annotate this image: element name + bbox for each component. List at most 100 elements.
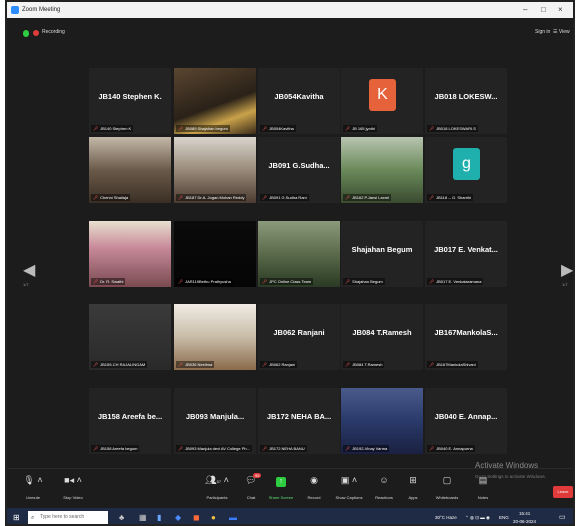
minimize-button[interactable]: – (523, 2, 527, 18)
participant-name-label: 🎤︎ JB140 Stephen K (91, 125, 134, 132)
input-language[interactable]: ENG (499, 508, 509, 524)
windows-start-icon[interactable]: ⊞ (13, 508, 20, 524)
taskbar-search-box[interactable]: Type here to search (28, 511, 108, 524)
previous-page-arrow-icon[interactable]: ◀ (23, 260, 35, 280)
muted-mic-icon: 🎤︎ (178, 195, 184, 200)
sign-in-link[interactable]: Sign in (535, 29, 550, 35)
chrome-browser-icon[interactable]: ● (211, 508, 216, 524)
participant-tile[interactable]: g 🎤︎ JB118 -- G. Shanthi (425, 137, 507, 203)
participant-label-text: JB192-Vinay Varma (352, 446, 388, 451)
participant-label-text: JB162 P.Jansi Laxmi (352, 195, 389, 200)
participant-tile[interactable]: 🎤︎ JB162 P.Jansi Laxmi (341, 137, 423, 203)
share-screen-arrow-icon: ↑ (276, 477, 286, 487)
muted-mic-icon: 🎤︎ (429, 362, 435, 367)
activate-windows-hint: Go to Settings to activate Windows. (475, 474, 547, 479)
participant-tile[interactable]: 🎤︎ JB159-CH RAJALINGAM (89, 304, 171, 370)
participant-tile[interactable]: JB040 E. Annap... 🎤︎ JB040 E. Annapurna (425, 388, 507, 454)
participant-label-text: JB040 E. Annapurna (436, 446, 473, 451)
muted-mic-icon: 🎤︎ (93, 446, 99, 451)
participant-tile[interactable]: 🎤︎ JB192-Vinay Varma (341, 388, 423, 454)
stop-video-button[interactable]: ■◂ ˄ Stop Video (53, 473, 93, 500)
participant-name-label: 🎤︎ JB172 NEHA BANU (260, 445, 307, 452)
muted-mic-icon: 🎤︎ (93, 195, 99, 200)
participant-tile[interactable]: JB017 E. Venkat... 🎤︎ JB017 E. Venkatarama… (425, 221, 507, 287)
participant-display-name: JB017 E. Venkat... (434, 245, 498, 254)
edge-browser-icon[interactable]: ◆ (175, 508, 181, 524)
close-button[interactable]: × (558, 2, 563, 18)
participant-label-text: JB017 E. Venkataramana (436, 279, 482, 284)
clock-date[interactable]: 20-06-2024 (513, 512, 536, 524)
participant-tile[interactable]: 🎤︎ Chenni Shailaja (89, 137, 171, 203)
zoom-taskbar-icon[interactable]: ▬ (229, 508, 237, 524)
participant-name-label: 🎤︎ JB054Kavitha (260, 125, 296, 132)
record-button[interactable]: ◉ Record (294, 473, 334, 500)
participant-name-label: 🎤︎ JPC Online Class Team (260, 278, 314, 285)
system-tray-icons[interactable]: ⌃ ◍ ⊡ ▬ ◉ (465, 508, 490, 524)
participant-name-label: 🎤︎ Chenni Shailaja (91, 194, 131, 201)
view-button[interactable]: ☰ View (553, 29, 570, 35)
participant-name-label: 🎤︎ JB017 E. Venkataramana (427, 278, 484, 285)
participant-label-text: Shajahan Begum (352, 279, 383, 284)
participant-tile[interactable]: 🎤︎ Dr. R. Swathi (89, 221, 171, 287)
muted-mic-icon: 🎤︎ (262, 126, 268, 131)
meeting-status-bar: Recording Sign in ☰ View (7, 18, 573, 50)
zoom-window: Zoom Meeting – □ × Recording Sign in ☰ V… (5, 0, 575, 526)
participant-label-text: JB054Kavitha (269, 126, 294, 131)
participant-tile[interactable]: JB158 Areefa be... 🎤︎ JB158 Areefa begum (89, 388, 171, 454)
participant-tile[interactable]: 🎤︎ JB187 Dr.A. Jogan Mohan Reddy (174, 137, 256, 203)
participant-name-label: 🎤︎ JB084 T.Ramesh (343, 361, 385, 368)
participant-tile[interactable]: JB167MankolaS... 🎤︎ JB167MankolaShivani (425, 304, 507, 370)
participant-tile[interactable]: 🎤︎ JAR119Bethu Prathyusha (174, 221, 256, 287)
task-view-icon[interactable]: ▦ (139, 508, 147, 524)
office-app-icon[interactable]: ◼ (193, 508, 200, 524)
participant-label-text: JB118 -- G. Shanthi (436, 195, 471, 200)
participant-name-label: 🎤︎ JB 165 jyothi (343, 125, 377, 132)
participant-display-name: JB167MankolaS... (434, 328, 498, 337)
participant-tile[interactable]: JB062 Ranjani 🎤︎ JB062 Ranjani (258, 304, 340, 370)
participant-label-text: JB172 NEHA BANU (269, 446, 305, 451)
participant-label-text: JB091 G.Sudha Rani (269, 195, 307, 200)
participant-label-text: Chenni Shailaja (100, 195, 129, 200)
muted-mic-icon: 🎤︎ (262, 446, 268, 451)
muted-mic-icon: 🎤︎ (429, 126, 435, 131)
participant-tile[interactable]: Shajahan Begum 🎤︎ Shajahan Begum (341, 221, 423, 287)
participant-tile[interactable]: JB054Kavitha 🎤︎ JB054Kavitha (258, 68, 340, 134)
participant-tile[interactable]: JB018 LOKESW... 🎤︎ JB018 LOKESWARI.S (425, 68, 507, 134)
page-indicator-left: 1/7 (23, 282, 29, 287)
participant-tile[interactable]: 🎤︎ JPC Online Class Team (258, 221, 340, 287)
participant-label-text: JPC Online Class Team (269, 279, 312, 284)
participant-name-label: 🎤︎ JB158 Areefa begum (91, 445, 140, 452)
muted-microphone-icon: 🎙︎ ˄ (23, 475, 43, 485)
weather-widget[interactable]: 30°C Haze (435, 508, 457, 524)
security-shield-icon[interactable] (23, 30, 29, 37)
participants-count: 57 (216, 479, 222, 484)
leave-button[interactable]: Leave (553, 486, 573, 498)
participant-tile[interactable]: 🎤︎ JB089 Shajahan begum (174, 68, 256, 134)
muted-mic-icon: 🎤︎ (345, 279, 351, 284)
maximize-button[interactable]: □ (541, 2, 546, 18)
participant-tile[interactable]: JB091 G.Sudha... 🎤︎ JB091 G.Sudha Rani (258, 137, 340, 203)
participant-avatar: g (453, 148, 480, 180)
video-camera-icon: ■◂ ˄ (64, 475, 82, 485)
participant-tile[interactable]: JB084 T.Ramesh 🎤︎ JB084 T.Ramesh (341, 304, 423, 370)
recording-label[interactable]: Recording (42, 29, 65, 35)
participant-display-name: JB172 NEHA BA... (266, 412, 332, 421)
participant-name-label: 🎤︎ JAR119Bethu Prathyusha (176, 278, 233, 285)
next-page-arrow-icon[interactable]: ▶ (561, 260, 573, 280)
cortana-icon[interactable]: ♣ (119, 508, 124, 524)
participant-label-text: JB089 Shajahan begum (185, 126, 228, 131)
unmute-button[interactable]: 🎙︎ ˄ Unmute (13, 473, 53, 500)
participant-tile[interactable]: 🎤︎ JB036 Neelima (174, 304, 256, 370)
muted-mic-icon: 🎤︎ (178, 362, 184, 367)
participant-tile[interactable]: JB093 Manjula... 🎤︎ JB093 Manjula devi AV … (174, 388, 256, 454)
file-explorer-icon[interactable]: ▮ (157, 508, 161, 524)
participant-tile[interactable]: JB172 NEHA BA... 🎤︎ JB172 NEHA BANU (258, 388, 340, 454)
whiteboards-button[interactable]: ▢ Whiteboards (427, 473, 467, 500)
participant-tile[interactable]: JB140 Stephen K. 🎤︎ JB140 Stephen K (89, 68, 171, 134)
show-captions-button[interactable]: ▣ ˄ Show Captions (329, 473, 369, 500)
participant-display-name: JB140 Stephen K. (98, 92, 162, 101)
muted-mic-icon: 🎤︎ (93, 362, 99, 367)
participant-tile[interactable]: K 🎤︎ JB 165 jyothi (341, 68, 423, 134)
participant-label-text: JB036 Neelima (185, 362, 213, 367)
notifications-icon[interactable]: ▭ (559, 508, 566, 524)
